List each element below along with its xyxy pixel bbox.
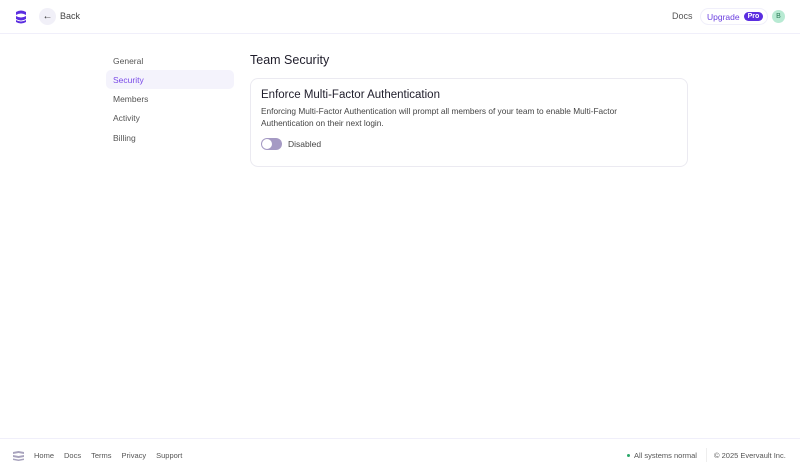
avatar[interactable]: B [772,10,785,23]
system-status[interactable]: All systems normal [627,451,697,460]
card-description: Enforcing Multi-Factor Authentication wi… [261,106,617,128]
back-label[interactable]: Back [60,11,80,21]
status-dot-icon [627,454,630,457]
page-title: Team Security [250,53,330,67]
mfa-toggle[interactable] [261,138,282,150]
header: ← Back Docs Upgrade Pro B [0,0,800,34]
logo-icon[interactable] [13,9,29,25]
upgrade-button[interactable]: Upgrade Pro [700,8,769,25]
docs-link[interactable]: Docs [672,11,693,21]
sidebar-item-activity[interactable]: Activity [106,109,234,128]
footer-link-support[interactable]: Support [156,451,182,460]
copyright: © 2025 Evervault Inc. [714,451,786,460]
status-text: All systems normal [634,451,697,460]
pro-badge: Pro [743,12,764,21]
back-button[interactable]: ← [39,8,56,25]
upgrade-label: Upgrade [707,11,740,22]
toggle-knob [262,139,272,149]
footer-link-terms[interactable]: Terms [91,451,111,460]
sidebar-item-general[interactable]: General [106,51,234,70]
footer-link-privacy[interactable]: Privacy [122,451,147,460]
mfa-card: Enforce Multi-Factor Authentication Enfo… [250,78,688,167]
sidebar-item-members[interactable]: Members [106,90,234,109]
footer-logo-icon [13,451,24,461]
sidebar-item-security[interactable]: Security [106,70,234,90]
footer-link-home[interactable]: Home [34,451,54,460]
footer: Home Docs Terms Privacy Support All syst… [0,438,800,470]
sidebar-item-billing[interactable]: Billing [106,128,234,147]
card-heading: Enforce Multi-Factor Authentication [261,89,440,101]
footer-link-docs[interactable]: Docs [64,451,81,460]
toggle-state-label: Disabled [288,139,322,149]
settings-nav: General Security Members Activity Billin… [106,51,234,147]
arrow-left-icon: ← [42,11,53,22]
divider [706,448,707,462]
